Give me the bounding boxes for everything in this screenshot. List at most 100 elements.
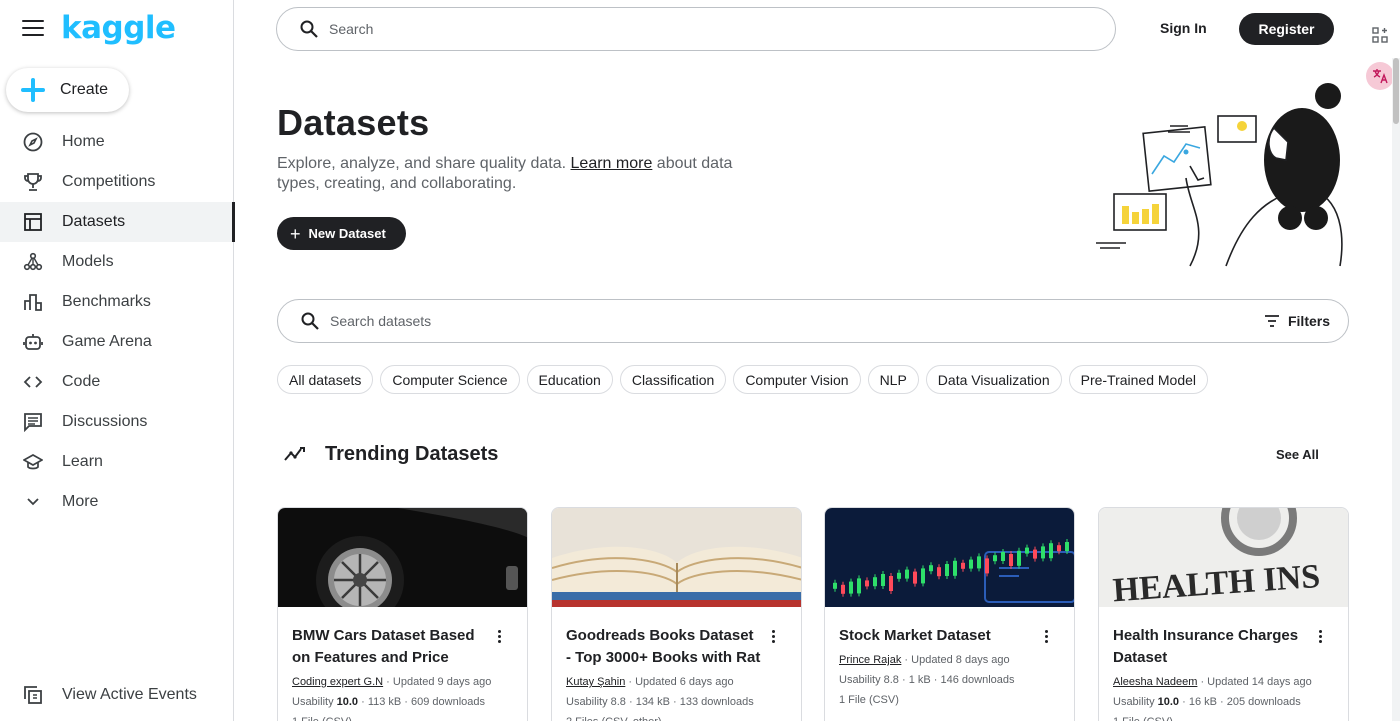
comment-icon: [22, 412, 44, 432]
learn-more-link[interactable]: Learn more: [571, 155, 653, 172]
page-title: Datasets: [277, 102, 430, 143]
sidebar-item-more[interactable]: More: [0, 482, 234, 522]
scrollbar-track[interactable]: [1392, 58, 1400, 721]
code-icon: [22, 372, 44, 392]
sidebar-item-label: Competitions: [62, 173, 156, 190]
usability-score: 8.8: [610, 696, 626, 708]
dataset-card[interactable]: BMW Cars Dataset Based on Features and P…: [277, 507, 528, 721]
sidebar: kaggle Create Home Competitions Datasets…: [0, 0, 235, 721]
sidebar-item-label: Benchmarks: [62, 293, 151, 310]
updated-text: · Updated 14 days ago: [1197, 676, 1312, 688]
stats-text: · 16 kB · 205 downloads: [1179, 696, 1301, 708]
sidebar-item-learn[interactable]: Learn: [0, 442, 234, 482]
stats-text: · 1 kB · 146 downloads: [898, 674, 1015, 686]
create-label: Create: [60, 81, 109, 98]
chip-all-datasets[interactable]: All datasets: [277, 365, 374, 394]
sign-in-link[interactable]: Sign In: [1160, 20, 1207, 36]
dataset-stats: Usability 8.8 · 1 kB · 146 downloads: [839, 670, 1015, 690]
add-shortcut-icon[interactable]: [1366, 21, 1394, 49]
dataset-title[interactable]: Goodreads Books Dataset - Top 3000+ Book…: [566, 625, 761, 669]
menu-icon[interactable]: [22, 20, 44, 38]
usability-label: Usability: [292, 696, 337, 708]
scrollbar-thumb[interactable]: [1393, 58, 1399, 124]
dataset-thumbnail: [278, 508, 527, 607]
usability-label: Usability: [839, 674, 884, 686]
graduation-cap-icon: [22, 452, 44, 472]
updated-text: · Updated 9 days ago: [383, 676, 492, 688]
search-icon: [300, 20, 318, 38]
sidebar-item-models[interactable]: Models: [0, 242, 234, 282]
usability-score: 8.8: [883, 674, 899, 686]
new-dataset-button[interactable]: + New Dataset: [277, 217, 406, 250]
usability-label: Usability: [566, 696, 611, 708]
dataset-thumbnail: HEALTH INS: [1099, 508, 1348, 607]
usability-score: 10.0: [1157, 696, 1180, 708]
sidebar-item-game-arena[interactable]: Game Arena: [0, 322, 234, 362]
search-input[interactable]: [329, 21, 1029, 37]
dataset-meta: Coding expert G.N · Updated 9 days ago: [292, 672, 491, 692]
dataset-thumbnail: [825, 508, 1074, 607]
more-vert-icon[interactable]: [770, 630, 776, 644]
filters-label: Filters: [1287, 313, 1330, 329]
sidebar-item-benchmarks[interactable]: Benchmarks: [0, 282, 234, 322]
chip-computer-science[interactable]: Computer Science: [380, 365, 520, 394]
register-button[interactable]: Register: [1239, 13, 1334, 45]
more-vert-icon[interactable]: [1317, 630, 1323, 644]
view-active-events-label: View Active Events: [62, 686, 197, 703]
dataset-title[interactable]: Stock Market Dataset: [839, 625, 1034, 647]
chip-data-visualization[interactable]: Data Visualization: [925, 365, 1062, 394]
chip-nlp[interactable]: NLP: [867, 365, 919, 394]
sidebar-item-code[interactable]: Code: [0, 362, 234, 402]
trending-icon: [284, 447, 305, 461]
new-dataset-label: New Dataset: [308, 226, 386, 241]
chip-education[interactable]: Education: [526, 365, 613, 394]
dataset-stats: Usability 10.0 · 16 kB · 205 downloads: [1113, 692, 1301, 712]
dataset-meta: Prince Rajak · Updated 8 days ago: [839, 650, 1010, 670]
plus-icon: [21, 78, 45, 102]
dataset-title[interactable]: BMW Cars Dataset Based on Features and P…: [292, 625, 487, 669]
search-icon: [301, 312, 319, 330]
dataset-meta: Aleesha Nadeem · Updated 14 days ago: [1113, 672, 1312, 692]
author-link[interactable]: Aleesha Nadeem: [1113, 676, 1197, 688]
stats-text: · 134 kB · 133 downloads: [625, 696, 754, 708]
robot-icon: [22, 332, 44, 352]
sidebar-item-home[interactable]: Home: [0, 122, 234, 162]
desc-text: Explore, analyze, and share quality data…: [277, 155, 571, 172]
dataset-search-input[interactable]: [330, 313, 1210, 329]
dataset-search[interactable]: Filters: [277, 299, 1349, 343]
author-link[interactable]: Coding expert G.N: [292, 676, 383, 688]
models-icon: [22, 252, 44, 272]
updated-text: · Updated 6 days ago: [625, 676, 734, 688]
dataset-meta: Kutay Şahin · Updated 6 days ago: [566, 672, 734, 692]
dataset-card[interactable]: HEALTH INS Health Insurance Charges Data…: [1098, 507, 1349, 721]
dataset-files: 1 File (CSV): [1113, 712, 1173, 721]
plus-icon: +: [290, 223, 301, 244]
trending-title: Trending Datasets: [325, 443, 499, 465]
author-link[interactable]: Prince Rajak: [839, 654, 901, 666]
filters-button[interactable]: Filters: [1264, 313, 1330, 329]
sidebar-item-label: Learn: [62, 453, 103, 470]
view-active-events[interactable]: View Active Events: [0, 675, 234, 715]
compass-icon: [22, 132, 44, 152]
global-search[interactable]: [276, 7, 1116, 51]
chip-computer-vision[interactable]: Computer Vision: [733, 365, 861, 394]
more-vert-icon[interactable]: [1043, 630, 1049, 644]
kaggle-logo[interactable]: kaggle: [61, 10, 176, 46]
sidebar-item-datasets[interactable]: Datasets: [0, 202, 235, 242]
dataset-card[interactable]: Goodreads Books Dataset - Top 3000+ Book…: [551, 507, 802, 721]
sidebar-item-discussions[interactable]: Discussions: [0, 402, 234, 442]
bar-chart-icon: [22, 292, 44, 312]
see-all-link[interactable]: See All: [1276, 447, 1319, 462]
hero-illustration: [1096, 83, 1343, 267]
author-link[interactable]: Kutay Şahin: [566, 676, 625, 688]
category-chips: All datasets Computer Science Education …: [277, 365, 1215, 394]
sidebar-item-label: Models: [62, 253, 114, 270]
more-vert-icon[interactable]: [496, 630, 502, 644]
translate-icon[interactable]: [1366, 62, 1394, 90]
chip-pre-trained-model[interactable]: Pre-Trained Model: [1068, 365, 1209, 394]
dataset-card[interactable]: Stock Market Dataset Prince Rajak · Upda…: [824, 507, 1075, 721]
create-button[interactable]: Create: [6, 68, 129, 112]
sidebar-item-competitions[interactable]: Competitions: [0, 162, 234, 202]
dataset-title[interactable]: Health Insurance Charges Dataset: [1113, 625, 1308, 669]
chip-classification[interactable]: Classification: [619, 365, 727, 394]
